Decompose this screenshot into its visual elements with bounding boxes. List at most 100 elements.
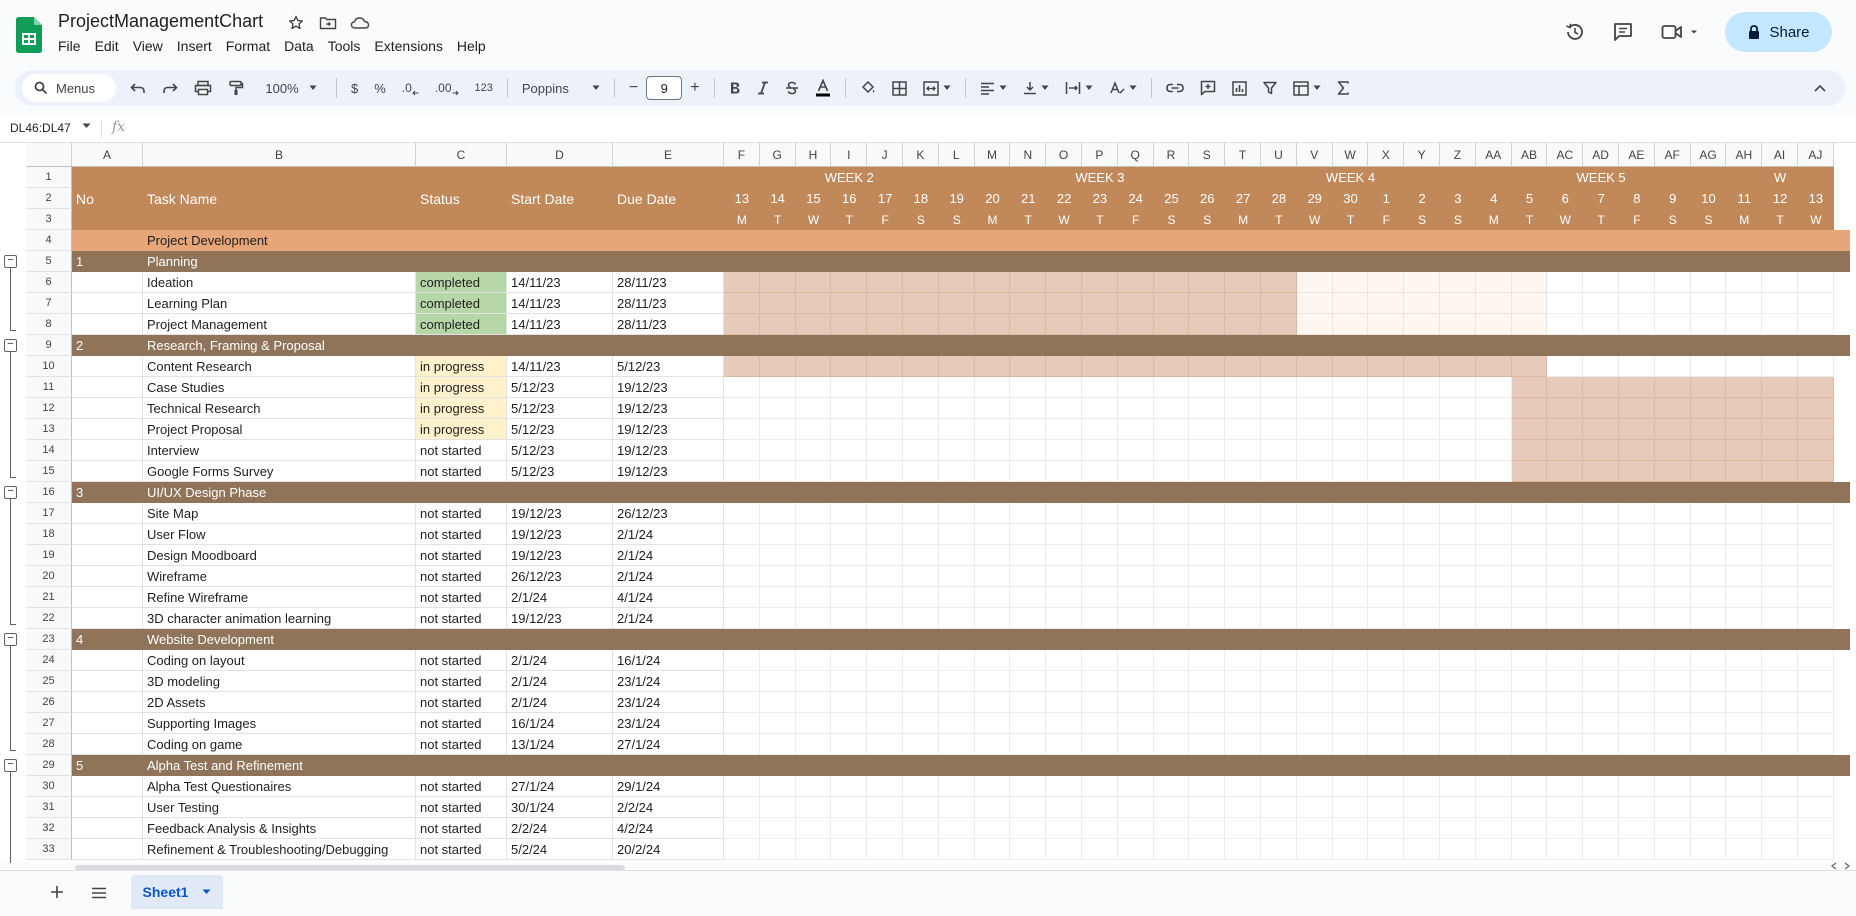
gantt-cell[interactable]: [724, 314, 760, 335]
cell-no[interactable]: [72, 566, 143, 587]
gantt-cell[interactable]: [1296, 587, 1333, 608]
gantt-cell[interactable]: [1117, 839, 1154, 860]
zoom-select[interactable]: 100%: [254, 74, 328, 102]
gantt-cell[interactable]: [974, 839, 1011, 860]
gantt-cell[interactable]: [1404, 713, 1440, 734]
gantt-cell[interactable]: [1726, 734, 1763, 755]
gantt-cell[interactable]: [974, 503, 1011, 524]
gantt-cell[interactable]: [1225, 797, 1261, 818]
due-date-cell[interactable]: 2/1/24: [613, 608, 724, 629]
gantt-cell[interactable]: [1010, 734, 1047, 755]
gantt-cell[interactable]: [1619, 671, 1655, 692]
gantt-cell[interactable]: [795, 797, 832, 818]
gantt-cell[interactable]: [1690, 797, 1727, 818]
gantt-cell[interactable]: [867, 692, 903, 713]
gantt-cell[interactable]: [1082, 377, 1118, 398]
gantt-cell[interactable]: [1440, 545, 1476, 566]
gantt-cell[interactable]: [867, 314, 903, 335]
gantt-cell[interactable]: [1583, 440, 1619, 461]
menu-format[interactable]: Format: [226, 38, 277, 54]
gantt-cell[interactable]: [1010, 356, 1047, 377]
gantt-cell[interactable]: [1046, 713, 1082, 734]
gantt-cell[interactable]: [759, 713, 796, 734]
gantt-cell[interactable]: [1654, 272, 1691, 293]
gantt-cell[interactable]: [831, 440, 868, 461]
gantt-cell[interactable]: [867, 797, 903, 818]
gantt-cell[interactable]: [1046, 293, 1082, 314]
task-name-cell[interactable]: Google Forms Survey: [143, 461, 416, 482]
arrow-left-icon[interactable]: [1829, 862, 1839, 870]
gantt-cell[interactable]: [1153, 377, 1190, 398]
gantt-cell[interactable]: [1511, 839, 1548, 860]
gantt-cell[interactable]: [1547, 440, 1584, 461]
gantt-cell[interactable]: [1296, 524, 1333, 545]
gantt-cell[interactable]: [1619, 503, 1655, 524]
gantt-cell[interactable]: [1225, 671, 1261, 692]
gantt-cell[interactable]: [1547, 692, 1584, 713]
gantt-cell[interactable]: [1475, 818, 1512, 839]
row-header[interactable]: 27: [26, 713, 72, 734]
due-date-cell[interactable]: 2/1/24: [613, 524, 724, 545]
star-icon[interactable]: [286, 13, 306, 33]
gantt-cell[interactable]: [903, 272, 939, 293]
gantt-cell[interactable]: [1619, 650, 1655, 671]
gantt-cell[interactable]: [1798, 461, 1834, 482]
gantt-cell[interactable]: [1690, 776, 1727, 797]
gantt-cell[interactable]: [1010, 608, 1047, 629]
gantt-cell[interactable]: [903, 545, 939, 566]
column-header[interactable]: C: [416, 143, 507, 167]
gantt-cell[interactable]: [1332, 608, 1369, 629]
status-cell[interactable]: in progress: [416, 377, 507, 398]
gantt-cell[interactable]: [724, 587, 760, 608]
gantt-cell[interactable]: [1511, 713, 1548, 734]
gantt-cell[interactable]: [1762, 776, 1798, 797]
gantt-cell[interactable]: [1583, 314, 1619, 335]
task-name-cell[interactable]: Coding on game: [143, 734, 416, 755]
gantt-cell[interactable]: [1368, 587, 1405, 608]
gantt-cell[interactable]: [795, 419, 832, 440]
gantt-cell[interactable]: [1225, 272, 1261, 293]
gantt-cell[interactable]: [1690, 293, 1727, 314]
gantt-cell[interactable]: [1153, 440, 1190, 461]
status-cell[interactable]: not started: [416, 608, 507, 629]
column-header[interactable]: L: [938, 143, 975, 167]
gantt-cell[interactable]: [1440, 671, 1476, 692]
column-header[interactable]: W: [1332, 143, 1369, 167]
status-cell[interactable]: not started: [416, 461, 507, 482]
gantt-cell[interactable]: [759, 377, 796, 398]
gantt-cell[interactable]: [1798, 377, 1834, 398]
gantt-cell[interactable]: [1189, 461, 1226, 482]
gantt-cell[interactable]: [1583, 671, 1619, 692]
column-header[interactable]: AB: [1511, 143, 1548, 167]
gantt-cell[interactable]: [1547, 734, 1584, 755]
gantt-cell[interactable]: [1583, 293, 1619, 314]
gantt-cell[interactable]: [1153, 566, 1190, 587]
gantt-cell[interactable]: [759, 293, 796, 314]
gantt-cell[interactable]: [1010, 650, 1047, 671]
gantt-cell[interactable]: [1762, 734, 1798, 755]
start-date-cell[interactable]: 30/1/24: [507, 797, 613, 818]
gantt-cell[interactable]: [1619, 839, 1655, 860]
row-header[interactable]: 30: [26, 776, 72, 797]
gantt-cell[interactable]: [1690, 713, 1727, 734]
gantt-cell[interactable]: [1225, 314, 1261, 335]
gantt-cell[interactable]: [1332, 524, 1369, 545]
gantt-cell[interactable]: [1261, 818, 1297, 839]
gantt-cell[interactable]: [1511, 524, 1548, 545]
row-header[interactable]: 29: [26, 755, 72, 776]
gantt-cell[interactable]: [1475, 713, 1512, 734]
gantt-cell[interactable]: [1762, 587, 1798, 608]
gantt-cell[interactable]: [974, 671, 1011, 692]
row-header[interactable]: 9: [26, 335, 72, 356]
gantt-cell[interactable]: [1010, 566, 1047, 587]
gantt-cell[interactable]: [1511, 419, 1548, 440]
gantt-cell[interactable]: [1654, 650, 1691, 671]
gantt-cell[interactable]: [1082, 524, 1118, 545]
gantt-cell[interactable]: [1475, 734, 1512, 755]
more-formats-button[interactable]: 123: [469, 74, 499, 102]
gantt-cell[interactable]: [1189, 839, 1226, 860]
gantt-cell[interactable]: [724, 713, 760, 734]
gantt-cell[interactable]: [1046, 650, 1082, 671]
gantt-cell[interactable]: [903, 524, 939, 545]
start-date-cell[interactable]: 2/1/24: [507, 692, 613, 713]
